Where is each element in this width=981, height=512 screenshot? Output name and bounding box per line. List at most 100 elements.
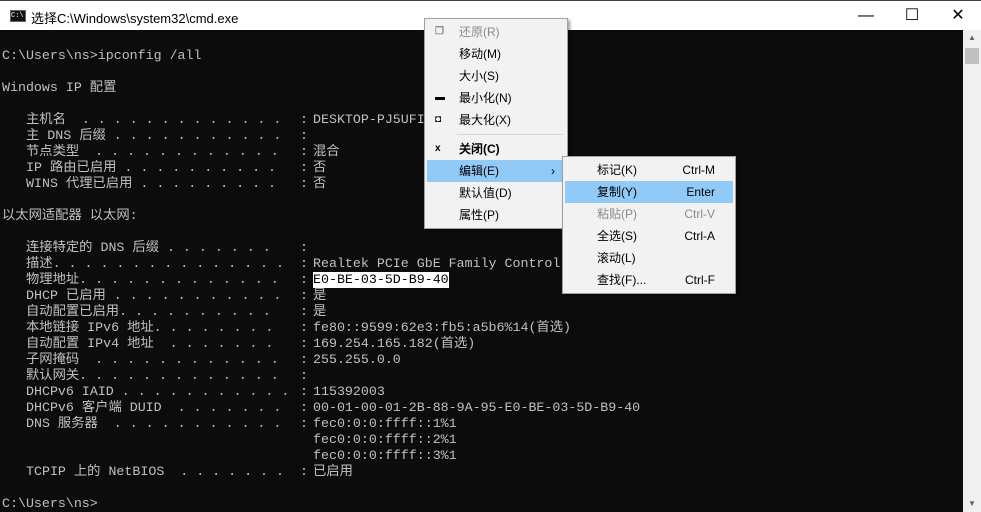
- chevron-right-icon: ›: [551, 164, 555, 178]
- menu-item-label: 全选(S): [597, 229, 637, 243]
- scroll-down-icon[interactable]: ▼: [963, 496, 981, 512]
- menu-item-label: 关闭(C): [459, 142, 500, 156]
- selected-text: E0-BE-03-5D-B9-40: [313, 272, 449, 288]
- colon-separator: :: [300, 464, 308, 479]
- edit-item-2: 粘贴(P) Ctrl-V: [565, 203, 733, 225]
- restore-icon: ❐: [435, 26, 444, 37]
- colon-separator: :: [300, 384, 308, 399]
- colon-separator: :: [300, 320, 308, 335]
- menu-item-1[interactable]: 移动(M): [427, 43, 565, 65]
- config-value: 否: [313, 160, 327, 175]
- menu-item-4[interactable]: ◘ 最大化(X): [427, 109, 565, 131]
- menu-item-label: 最小化(N): [459, 91, 512, 105]
- menu-item-3[interactable]: ▬ 最小化(N): [427, 87, 565, 109]
- config-row: 默认网关. . . . . . . . . . . . .:: [0, 368, 900, 384]
- config-value: 否: [313, 176, 327, 191]
- colon-separator: :: [300, 304, 308, 319]
- config-label: IP 路由已启用 . . . . . . . . . .: [26, 160, 277, 175]
- config-row: DNS 服务器 . . . . . . . . . . .: fec0:0:0:f…: [0, 416, 900, 432]
- menu-item-label: 最大化(X): [459, 113, 511, 127]
- config-label: 主 DNS 后缀 . . . . . . . . . . .: [26, 128, 282, 143]
- config-row: 子网掩码 . . . . . . . . . . . .:255.255.0.0: [0, 352, 900, 368]
- config-row: DHCPv6 客户端 DUID . . . . . . .:00-01-00-0…: [0, 400, 900, 416]
- config-row: fec0:0:0:ffff::2%1: [0, 432, 900, 448]
- config-value: fe80::9599:62e3:fb5:a5b6%14(首选): [313, 320, 571, 335]
- menu-item-shortcut: Ctrl-M: [682, 163, 715, 177]
- config-label: 主机名 . . . . . . . . . . . . .: [26, 112, 282, 127]
- config-label: 节点类型 . . . . . . . . . . . .: [26, 144, 279, 159]
- edit-item-3[interactable]: 全选(S) Ctrl-A: [565, 225, 733, 247]
- menu-item-label: 粘贴(P): [597, 207, 637, 221]
- minimize-icon: ▬: [435, 92, 445, 103]
- menu-item-5[interactable]: x 关闭(C): [427, 138, 565, 160]
- config-label: 默认网关. . . . . . . . . . . . .: [26, 368, 279, 383]
- menu-item-shortcut: Ctrl-F: [685, 273, 715, 287]
- config-value: 115392003: [313, 384, 385, 399]
- config-label: 自动配置已启用. . . . . . . . . .: [26, 304, 271, 319]
- config-value: 是: [313, 304, 327, 319]
- config-label: 本地链接 IPv6 地址. . . . . . . .: [26, 320, 274, 335]
- menu-item-8[interactable]: 属性(P): [427, 204, 565, 226]
- prompt-line: C:\Users\ns>: [2, 496, 98, 511]
- config-label: DNS 服务器 . . . . . . . . . . .: [26, 416, 282, 431]
- config-value: 混合: [313, 144, 340, 159]
- edit-item-5[interactable]: 查找(F)... Ctrl-F: [565, 269, 733, 291]
- config-value: Realtek PCIe GbE Family Control: [313, 256, 561, 271]
- config-label: 子网掩码 . . . . . . . . . . . .: [26, 352, 279, 367]
- maximize-button[interactable]: ☐: [889, 1, 935, 31]
- colon-separator: :: [300, 368, 308, 383]
- config-row: TCPIP 上的 NetBIOS . . . . . . .: 已启用: [0, 464, 900, 480]
- ip-config-header: Windows IP 配置: [2, 80, 117, 95]
- window-title: 选择C:\Windows\system32\cmd.exe: [31, 11, 239, 26]
- config-row: 物理地址. . . . . . . . . . . . .: E0-BE-03-5…: [0, 272, 900, 288]
- menu-item-label: 属性(P): [459, 208, 499, 222]
- colon-separator: :: [300, 144, 308, 159]
- menu-item-2[interactable]: 大小(S): [427, 65, 565, 87]
- menu-item-shortcut: Ctrl-A: [684, 229, 715, 243]
- config-row: 描述. . . . . . . . . . . . . . .: Realtek …: [0, 256, 900, 272]
- menu-item-shortcut: Ctrl-V: [684, 207, 715, 221]
- config-value: 是: [313, 288, 327, 303]
- config-value: fec0:0:0:ffff::3%1: [313, 448, 457, 463]
- colon-separator: :: [300, 400, 308, 415]
- minimize-button[interactable]: —: [843, 1, 889, 31]
- scrollbar-thumb[interactable]: [965, 48, 979, 64]
- scroll-up-icon[interactable]: ▲: [963, 30, 981, 46]
- config-row: 连接特定的 DNS 后缀 . . . . . . .:: [0, 240, 900, 256]
- config-label: 描述. . . . . . . . . . . . . . .: [26, 256, 284, 271]
- colon-separator: :: [300, 336, 308, 351]
- colon-separator: :: [300, 240, 308, 255]
- config-label: [26, 448, 298, 464]
- config-label: DHCP 已启用 . . . . . . . . . . .: [26, 288, 282, 303]
- menu-item-label: 移动(M): [459, 47, 501, 61]
- menu-item-label: 默认值(D): [459, 186, 512, 200]
- close-button[interactable]: ✕: [935, 1, 981, 31]
- colon-separator: :: [300, 352, 308, 367]
- menu-item-0: ❐ 还原(R): [427, 21, 565, 43]
- config-label: 连接特定的 DNS 后缀 . . . . . . .: [26, 240, 271, 255]
- edit-item-4[interactable]: 滚动(L): [565, 247, 733, 269]
- config-label: WINS 代理已启用 . . . . . . . . .: [26, 176, 277, 191]
- config-value: 169.254.165.182(首选): [313, 336, 476, 351]
- config-value: 00-01-00-01-2B-88-9A-95-E0-BE-03-5D-B9-4…: [313, 400, 641, 415]
- menu-separator: [457, 134, 563, 135]
- edit-item-1[interactable]: 复制(Y) Enter: [565, 181, 733, 203]
- menu-item-label: 标记(K): [597, 163, 637, 177]
- close-icon: x: [435, 143, 441, 154]
- config-label: 物理地址. . . . . . . . . . . . .: [26, 272, 279, 287]
- menu-item-7[interactable]: 默认值(D): [427, 182, 565, 204]
- edit-item-0[interactable]: 标记(K) Ctrl-M: [565, 159, 733, 181]
- config-label: DHCPv6 客户端 DUID . . . . . . .: [26, 400, 282, 415]
- vertical-scrollbar[interactable]: ▲ ▼: [963, 30, 981, 512]
- config-value: DESKTOP-PJ5UFI: [313, 112, 425, 127]
- menu-item-label: 滚动(L): [597, 251, 636, 265]
- colon-separator: :: [300, 288, 308, 303]
- menu-item-label: 查找(F)...: [597, 273, 647, 287]
- config-row: 本地链接 IPv6 地址. . . . . . . .: fe80::9599:6…: [0, 320, 900, 336]
- colon-separator: :: [300, 128, 308, 143]
- menu-item-label: 还原(R): [459, 25, 500, 39]
- cmd-app-icon[interactable]: C:\: [10, 10, 26, 22]
- config-row: DHCP 已启用 . . . . . . . . . . .: 是: [0, 288, 900, 304]
- menu-item-6[interactable]: 编辑(E) ›: [427, 160, 565, 182]
- config-label: TCPIP 上的 NetBIOS . . . . . . .: [26, 464, 284, 479]
